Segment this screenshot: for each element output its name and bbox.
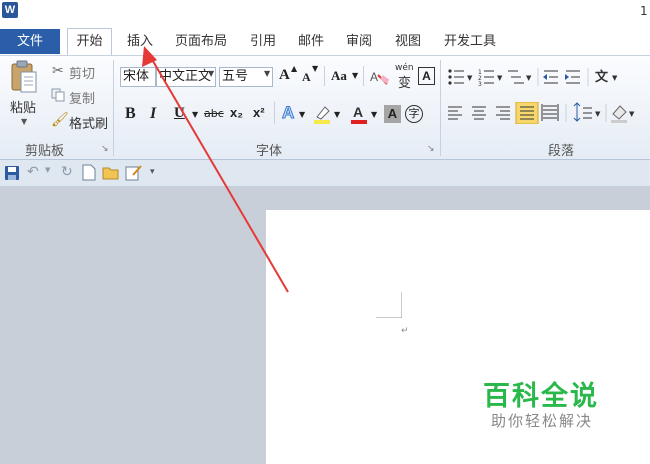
tab-developer[interactable]: 开发工具 [437, 30, 503, 54]
tab-page-layout[interactable]: 页面布局 [170, 30, 232, 54]
chevron-down-icon[interactable]: ▼ [371, 110, 377, 119]
font-group-label: 字体 [256, 144, 283, 159]
chevron-down-icon[interactable]: ▼ [192, 110, 198, 119]
tab-insert[interactable]: 插入 [120, 30, 160, 54]
font-name-input[interactable]: 中文正文 [156, 67, 216, 87]
paragraph-mark-icon: ↵ [401, 326, 409, 336]
font-name-box[interactable]: 宋体 [120, 67, 156, 87]
svg-text:A: A [353, 104, 363, 120]
open-folder-icon[interactable] [102, 165, 120, 181]
chinese-layout-icon[interactable]: 文 [595, 69, 609, 85]
distributed-icon[interactable] [541, 104, 559, 121]
grow-arrow-icon: ▲ [291, 64, 298, 73]
copy-button[interactable]: 复制 [69, 88, 95, 107]
bold-button[interactable]: B [125, 105, 136, 123]
customize-toolbar-icon[interactable]: ▾ [150, 167, 155, 177]
copy-icon[interactable] [51, 88, 65, 102]
chevron-down-icon[interactable]: ▼ [45, 166, 50, 174]
format-painter-icon[interactable]: 🖌 [51, 112, 69, 128]
watermark-title: 百科全说 [483, 381, 599, 412]
window-title: 1 [640, 4, 648, 18]
tab-home[interactable]: 开始 [67, 28, 112, 55]
chevron-down-icon[interactable]: ▼ [264, 69, 270, 78]
tab-references[interactable]: 引用 [244, 30, 282, 54]
increase-indent-icon[interactable] [565, 70, 580, 84]
svg-text:▼: ▼ [612, 74, 618, 82]
svg-text:▼: ▼ [526, 74, 532, 82]
line-spacing-icon[interactable] [573, 102, 592, 122]
clipboard-launcher-icon[interactable]: ↘ [101, 144, 109, 154]
svg-text:▼: ▼ [497, 74, 503, 82]
phonetic-guide-button[interactable]: 变 [398, 72, 411, 91]
paste-button[interactable]: 粘贴 [10, 97, 36, 116]
font-launcher-icon[interactable]: ↘ [427, 144, 435, 154]
numbering-icon[interactable]: 123 [478, 69, 494, 88]
svg-text:▼: ▼ [467, 74, 473, 82]
divider [274, 102, 275, 124]
cut-button[interactable]: 剪切 [69, 63, 95, 82]
align-right-icon[interactable] [496, 106, 510, 120]
paste-icon[interactable] [9, 59, 39, 95]
svg-text:A: A [370, 70, 378, 84]
decrease-indent-icon[interactable] [543, 70, 558, 84]
shrink-font-button[interactable]: A [302, 70, 311, 85]
change-case-button[interactable]: Aa [331, 68, 347, 84]
svg-text:▼: ▼ [595, 110, 601, 118]
format-painter-button[interactable]: 格式刷 [69, 113, 108, 132]
edit-icon[interactable] [125, 164, 143, 181]
divider [324, 66, 325, 86]
title-bar [0, 0, 650, 28]
svg-text:▼: ▼ [629, 110, 635, 118]
align-left-icon[interactable] [448, 106, 462, 120]
underline-button[interactable]: U [174, 105, 185, 122]
bullets-icon[interactable] [448, 69, 464, 85]
chevron-down-icon[interactable]: ▼ [208, 69, 214, 78]
divider [363, 66, 364, 86]
multilevel-list-icon[interactable] [508, 70, 524, 84]
character-shading-button[interactable]: A [384, 105, 401, 123]
clipboard-group-label: 剪贴板 [25, 144, 65, 159]
group-divider [440, 60, 441, 156]
quick-access-toolbar [0, 160, 650, 187]
paragraph-group-label: 段落 [548, 144, 575, 159]
tab-view[interactable]: 视图 [389, 30, 427, 54]
subscript-button[interactable]: x₂ [230, 105, 243, 120]
superscript-button[interactable]: x² [253, 105, 265, 120]
paste-dropdown-icon[interactable]: ▼ [21, 117, 27, 126]
chevron-down-icon[interactable]: ▼ [352, 71, 358, 80]
tab-review[interactable]: 审阅 [340, 30, 378, 54]
font-color-icon[interactable]: A [350, 103, 368, 125]
tab-file[interactable]: 文件 [0, 29, 60, 54]
shrink-arrow-icon: ▼ [312, 64, 319, 73]
new-document-icon[interactable] [82, 164, 96, 181]
alignment-buttons-row: ▼ ▼ [446, 101, 646, 125]
cut-icon[interactable]: ✂ [52, 63, 64, 79]
save-icon[interactable] [4, 165, 20, 181]
svg-text:3: 3 [478, 81, 482, 88]
group-divider [113, 60, 114, 156]
watermark-subtitle: 助你轻松解决 [491, 412, 594, 430]
shading-icon[interactable] [611, 105, 627, 123]
word-logo-icon[interactable]: W [2, 2, 18, 18]
redo-icon[interactable]: ↻ [61, 164, 73, 180]
undo-icon[interactable]: ↶ [27, 164, 39, 180]
chevron-down-icon[interactable]: ▼ [334, 110, 340, 119]
text-effects-icon[interactable]: A [281, 103, 294, 123]
svg-text:文: 文 [595, 69, 609, 85]
character-border-button[interactable]: A [418, 67, 435, 85]
align-center-icon[interactable] [472, 106, 486, 120]
chevron-down-icon[interactable]: ▼ [299, 110, 305, 119]
grow-font-button[interactable]: A [279, 67, 290, 84]
list-buttons-row: ▼ 123 ▼ ▼ 文 ▼ [446, 66, 646, 88]
strikethrough-button[interactable]: abc [204, 107, 224, 120]
tab-mailings[interactable]: 邮件 [292, 30, 330, 54]
highlight-icon[interactable] [312, 103, 332, 125]
clear-format-icon[interactable]: A [369, 67, 391, 87]
italic-button[interactable]: I [150, 105, 156, 123]
enclose-characters-button[interactable]: 字 [405, 105, 423, 123]
page-margin-corner [376, 292, 403, 319]
justify-icon[interactable] [515, 101, 539, 125]
